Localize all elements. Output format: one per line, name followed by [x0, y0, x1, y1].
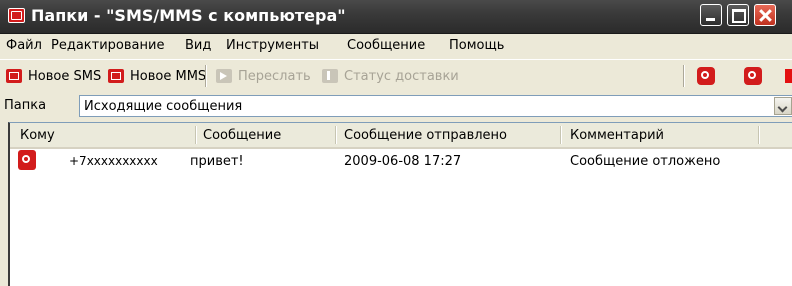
- window-title: Папки - "SMS/MMS с компьютера": [31, 6, 346, 25]
- folder-bar: Папка Исходящие сообщения: [0, 90, 792, 120]
- toolbar-separator-2: [683, 65, 685, 87]
- close-button[interactable]: [754, 4, 776, 26]
- folder-label: Папка: [4, 98, 47, 113]
- folder-selected-value: Исходящие сообщения: [84, 99, 243, 114]
- message-list: Кому Сообщение Сообщение отправлено Комм…: [8, 122, 792, 286]
- toolbar: Новое SMS Новое MMS Переслать Статус дос…: [0, 59, 792, 91]
- minimize-button[interactable]: [700, 4, 722, 26]
- menu-view[interactable]: Вид: [185, 38, 211, 53]
- toolbar-separator: [205, 65, 207, 87]
- column-header-sent[interactable]: Сообщение отправлено: [344, 128, 507, 143]
- overflow-icon[interactable]: [785, 69, 792, 83]
- forward-label: Переслать: [238, 68, 311, 84]
- sms-icon: [6, 69, 22, 83]
- delivery-status-button[interactable]: Статус доставки: [322, 66, 459, 86]
- settings-icon[interactable]: [744, 67, 762, 85]
- app-icon: [8, 8, 25, 23]
- column-divider[interactable]: [335, 126, 337, 144]
- forward-button[interactable]: Переслать: [216, 66, 311, 86]
- forward-arrow-icon: [216, 69, 232, 83]
- column-header-message[interactable]: Сообщение: [203, 128, 281, 143]
- table-row[interactable]: +7xxxxxxxxxx привет! 2009-06-08 17:27 Со…: [10, 149, 792, 171]
- column-header-row: Кому Сообщение Сообщение отправлено Комм…: [10, 123, 792, 149]
- outgoing-message-icon: [18, 150, 36, 170]
- new-mms-label: Новое MMS: [130, 68, 207, 84]
- delete-icon[interactable]: [697, 67, 715, 85]
- maximize-button[interactable]: [727, 4, 749, 26]
- column-header-comment[interactable]: Комментарий: [570, 128, 664, 143]
- chevron-down-icon[interactable]: [774, 97, 792, 115]
- menu-tools[interactable]: Инструменты: [226, 38, 319, 53]
- delivery-status-label: Статус доставки: [344, 68, 459, 84]
- cell-comment: Сообщение отложено: [570, 154, 721, 169]
- new-sms-button[interactable]: Новое SMS: [6, 66, 101, 86]
- column-header-to[interactable]: Кому: [20, 128, 55, 143]
- menu-bar: Файл Редактирование Вид Инструменты Сооб…: [0, 34, 792, 58]
- folder-select[interactable]: Исходящие сообщения: [79, 95, 792, 117]
- menu-edit[interactable]: Редактирование: [51, 38, 164, 53]
- column-divider[interactable]: [758, 126, 760, 144]
- column-divider[interactable]: [560, 126, 562, 144]
- menu-help[interactable]: Помощь: [449, 38, 504, 53]
- status-icon: [322, 69, 338, 83]
- column-divider[interactable]: [195, 126, 197, 144]
- cell-to: +7xxxxxxxxxx: [69, 154, 158, 168]
- menu-file[interactable]: Файл: [6, 38, 42, 53]
- cell-sent: 2009-06-08 17:27: [344, 154, 462, 169]
- title-bar: Папки - "SMS/MMS с компьютера": [0, 0, 792, 34]
- new-sms-label: Новое SMS: [28, 68, 102, 84]
- mms-icon: [108, 69, 124, 83]
- cell-message: привет!: [190, 154, 244, 169]
- new-mms-button[interactable]: Новое MMS: [108, 66, 206, 86]
- menu-message[interactable]: Сообщение: [347, 38, 425, 53]
